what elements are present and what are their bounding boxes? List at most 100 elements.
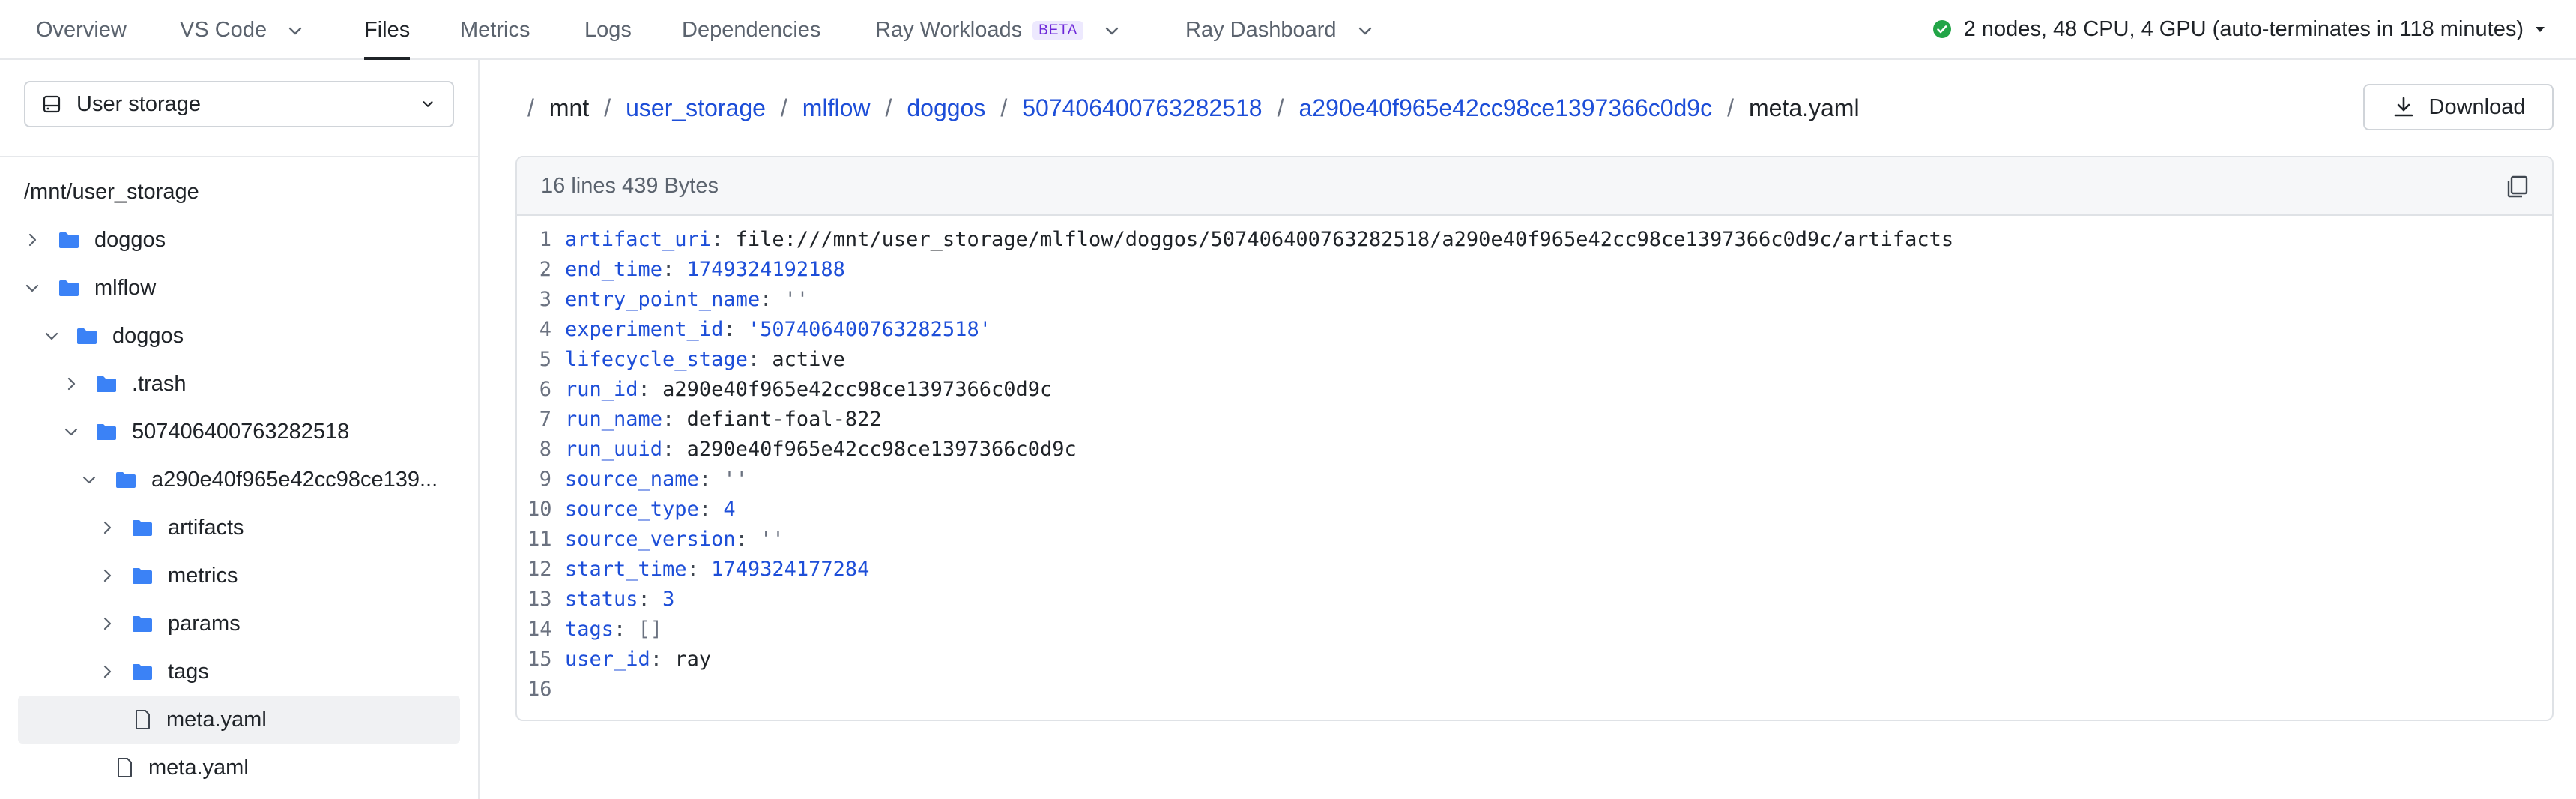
tab-ray-workloads[interactable]: Ray Workloads BETA (875, 0, 1121, 58)
yaml-value: a290e40f965e42cc98ce1397366c0d9c (686, 438, 1077, 461)
file-viewer: 16 lines 439 Bytes 1 artifact_uri: file:/… (515, 156, 2554, 721)
breadcrumb-separator: / (780, 94, 787, 121)
breadcrumb: / mnt / user_storage / mlflow / doggos /… (527, 78, 1860, 138)
chevron-down-icon (82, 476, 96, 484)
folder-icon (77, 328, 97, 344)
tree-item-params[interactable]: params (99, 600, 241, 648)
code-line: 14 tags: [] (517, 615, 2552, 645)
line-number: 14 (527, 618, 552, 641)
tree-item-tags[interactable]: tags (99, 648, 209, 696)
yaml-key: artifact_uri (565, 228, 712, 251)
breadcrumb-doggos[interactable]: doggos (907, 94, 985, 122)
tab-files[interactable]: Files (364, 0, 411, 60)
tree-item-label: params (168, 611, 241, 636)
tab-vscode-label: VS Code (180, 18, 267, 42)
yaml-key: user_id (565, 648, 650, 671)
tree-item-label: a290e40f965e42cc98ce139... (151, 467, 438, 492)
yaml-value: 1749324177284 (711, 558, 870, 581)
yaml-key: tags (565, 618, 614, 641)
tab-logs[interactable]: Logs (584, 0, 632, 58)
code-line: 10 source_type: 4 (517, 495, 2552, 525)
line-number: 7 (539, 408, 551, 431)
tab-overview[interactable]: Overview (36, 0, 127, 58)
storage-select[interactable]: User storage (24, 81, 454, 127)
yaml-value: '' (760, 528, 784, 551)
root-path: /mnt/user_storage (24, 180, 199, 204)
cluster-status[interactable]: 2 nodes, 48 CPU, 4 GPU (auto-terminates … (1932, 0, 2546, 58)
sidebar-divider (0, 156, 478, 157)
yaml-value: '' (723, 468, 748, 491)
file-icon (118, 758, 132, 777)
tab-ray-dashboard-label: Ray Dashboard (1185, 18, 1337, 42)
file-sidebar: User storage /mnt/user_storage doggos ml… (0, 60, 480, 799)
check-circle-icon (1932, 20, 1951, 38)
tab-dependencies[interactable]: Dependencies (682, 0, 820, 58)
tab-ray-dashboard[interactable]: Ray Dashboard (1185, 0, 1374, 58)
yaml-key: source_name (565, 468, 699, 491)
breadcrumb-user-storage[interactable]: user_storage (626, 94, 766, 122)
chevron-down-icon (1106, 28, 1119, 35)
folder-icon (59, 232, 79, 248)
tree-item-meta-yaml[interactable]: meta.yaml (117, 744, 249, 792)
folder-icon (97, 376, 116, 392)
tree-item-label: tags (168, 659, 209, 684)
code-line: 7 run_name: defiant-foal-822 (517, 405, 2552, 435)
tree-item-trash[interactable]: .trash (63, 360, 187, 408)
code-line: 2 end_time: 1749324192188 (517, 255, 2552, 285)
breadcrumb-separator: / (1277, 94, 1284, 121)
breadcrumb-mnt[interactable]: mnt (549, 94, 589, 122)
yaml-value: active (772, 348, 845, 371)
folder-icon (133, 664, 152, 680)
file-info: 16 lines 439 Bytes (541, 173, 719, 198)
folder-icon (133, 616, 152, 632)
line-number: 9 (539, 468, 551, 491)
line-number: 15 (527, 648, 552, 671)
breadcrumb-separator: / (527, 94, 534, 121)
chevron-right-icon (103, 665, 112, 678)
code-line: 16 (517, 675, 2552, 705)
line-number: 3 (539, 288, 551, 311)
line-number: 8 (539, 438, 551, 461)
yaml-value: [] (638, 618, 663, 641)
tree-item-label: doggos (94, 227, 166, 252)
code-line: 8 run_uuid: a290e40f965e42cc98ce1397366c0… (517, 435, 2552, 465)
yaml-value: 3 (662, 588, 675, 611)
yaml-key: source_type (565, 498, 699, 521)
line-number: 2 (539, 258, 551, 281)
breadcrumb-separator: / (1000, 94, 1008, 121)
copy-icon[interactable] (2504, 174, 2530, 199)
yaml-key: end_time (565, 258, 663, 281)
chevron-down-icon (1358, 28, 1371, 35)
tree-item-experiment[interactable]: 507406400763282518 (63, 408, 349, 456)
yaml-value: file:///mnt/user_storage/mlflow/doggos/5… (735, 228, 1954, 251)
tab-metrics[interactable]: Metrics (460, 0, 530, 58)
drive-icon (43, 95, 61, 113)
yaml-value: ray (674, 648, 712, 671)
code-line: 15 user_id: ray (517, 645, 2552, 675)
line-number: 6 (539, 378, 551, 401)
tree-item-label: artifacts (168, 515, 244, 540)
chevron-right-icon (28, 233, 37, 247)
download-icon (2394, 97, 2413, 117)
breadcrumb-run[interactable]: a290e40f965e42cc98ce1397366c0d9c (1298, 94, 1712, 122)
tree-item-artifacts[interactable]: artifacts (99, 504, 244, 552)
code-line: 5 lifecycle_stage: active (517, 345, 2552, 375)
top-nav: Overview VS Code Files Metrics Logs Depe… (0, 0, 2576, 60)
storage-select-label: User storage (76, 91, 202, 116)
tree-item-run[interactable]: a290e40f965e42cc98ce139... (81, 456, 438, 504)
tree-item-mlflow[interactable]: mlflow (24, 264, 156, 312)
breadcrumb-mlflow[interactable]: mlflow (802, 94, 871, 122)
tab-vscode[interactable]: VS Code (180, 0, 304, 58)
tree-item-label: 507406400763282518 (132, 419, 350, 444)
tree-item-doggos[interactable]: doggos (24, 216, 166, 264)
tree-item-metrics[interactable]: metrics (99, 552, 238, 600)
folder-icon (97, 424, 116, 440)
tree-item-meta-yaml-selected[interactable]: meta.yaml (18, 696, 460, 744)
file-icon (136, 710, 150, 729)
yaml-value: 1749324192188 (686, 258, 845, 281)
breadcrumb-experiment[interactable]: 507406400763282518 (1022, 94, 1262, 122)
breadcrumb-current-file: meta.yaml (1748, 94, 1860, 121)
line-number: 1 (539, 228, 551, 251)
tree-item-doggos-nested[interactable]: doggos (43, 312, 184, 360)
download-button[interactable]: Download (2363, 84, 2554, 130)
